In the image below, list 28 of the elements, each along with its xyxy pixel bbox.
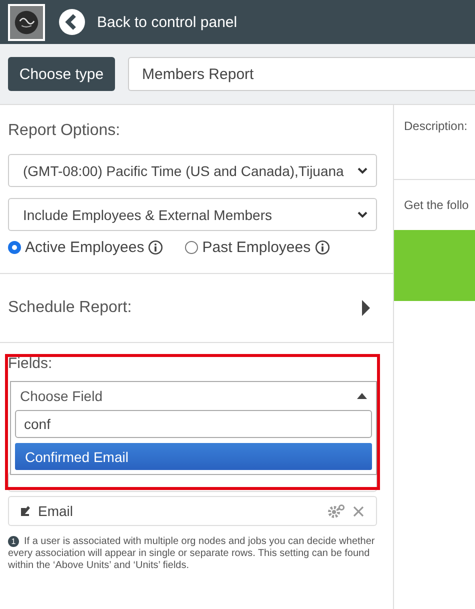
report-type-field[interactable]: Members Report xyxy=(128,57,475,91)
section-title: Schedule Report: xyxy=(8,299,132,317)
timezone-select[interactable]: (GMT-08:00) Pacific Time (US and Canada),Tijuana xyxy=(8,154,377,187)
info-icon xyxy=(314,240,330,255)
employee-status-radio[interactable]: Active Employees xyxy=(8,239,164,256)
gears-icon[interactable] xyxy=(327,504,345,518)
section-title: Report Options: xyxy=(8,122,122,140)
expand-arrow-icon[interactable] xyxy=(361,300,371,316)
field-chooser[interactable]: Choose Field conf Confirmed Email xyxy=(10,381,377,475)
logo-icon xyxy=(8,4,45,40)
chevron-down-icon xyxy=(357,210,368,218)
intro-text: Get the follo xyxy=(404,198,469,212)
caret-icon xyxy=(357,393,367,399)
employee-status-radio[interactable]: Past Employees xyxy=(185,239,330,256)
section-title: Fields: xyxy=(8,355,54,372)
field-name: Email xyxy=(38,503,74,519)
info-icon xyxy=(148,240,164,255)
choose-type-button[interactable]: Choose type xyxy=(8,57,115,91)
field-option[interactable]: Confirmed Email xyxy=(15,443,372,470)
pencil-icon xyxy=(21,506,31,516)
footnote: 1 If a user is associated with multiple org nodes and jobs you can decide whether every association will appear in single or separate rows. This setting can be found within the ‘Above Units’ and ‘Units’ fields. xyxy=(8,536,376,572)
close-icon[interactable] xyxy=(353,506,364,516)
search-field[interactable]: conf xyxy=(15,410,372,438)
chevron-down-icon xyxy=(357,166,368,174)
footnote-marker: 1 xyxy=(8,536,19,547)
members-filter-select[interactable]: Include Employees & External Members xyxy=(8,198,377,231)
choose-field-select[interactable]: Choose Field xyxy=(15,382,372,410)
description-label: Description: xyxy=(404,119,468,133)
